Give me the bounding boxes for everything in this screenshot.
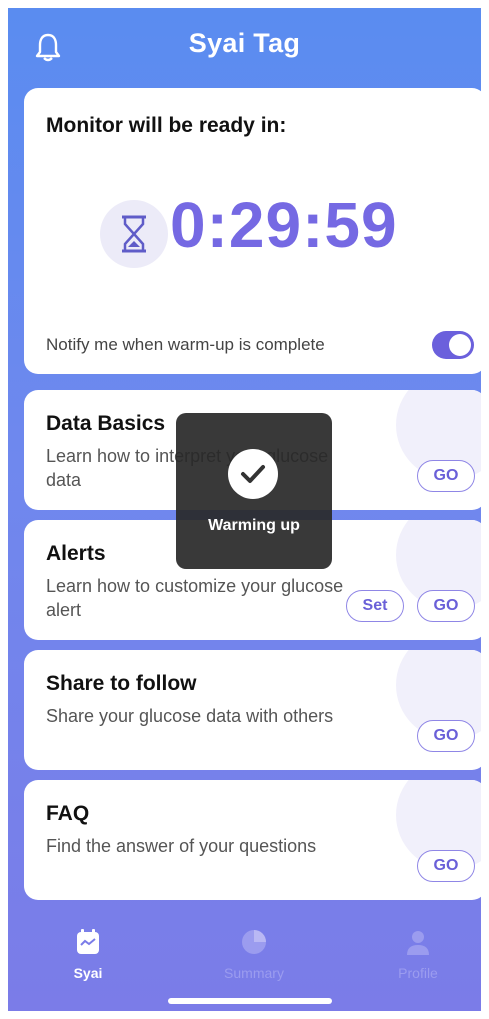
go-button[interactable]: GO xyxy=(417,850,475,882)
faq-card[interactable]: FAQ Find the answer of your questions GO xyxy=(24,780,481,900)
notify-toggle[interactable] xyxy=(432,331,474,359)
card-title: Data Basics xyxy=(46,412,166,435)
card-description: Find the answer of your questions xyxy=(46,836,317,856)
calendar-icon xyxy=(77,929,99,954)
tab-label: Syai xyxy=(73,965,103,981)
app-screen: Syai Tag Monitor will be ready in: 0:29:… xyxy=(8,8,481,1011)
notify-label: Notify me when warm-up is complete xyxy=(46,335,325,354)
toast-label: Warming up xyxy=(208,517,300,534)
card-title: Alerts xyxy=(46,542,106,565)
card-description: Share your glucose data with others xyxy=(46,706,334,726)
header: Syai Tag xyxy=(8,8,481,86)
home-indicator[interactable] xyxy=(168,998,332,1004)
card-description: Learn how to customize your glucose aler… xyxy=(46,576,344,620)
warming-up-toast: Warming up xyxy=(176,413,332,569)
tab-label: Profile xyxy=(398,965,438,981)
set-button[interactable]: Set xyxy=(346,590,404,622)
monitor-title: Monitor will be ready in: xyxy=(46,114,287,137)
tab-profile[interactable]: Profile xyxy=(368,928,468,981)
tab-label: Summary xyxy=(224,965,284,981)
go-button[interactable]: GO xyxy=(417,590,475,622)
go-button[interactable]: GO xyxy=(417,720,475,752)
check-icon xyxy=(228,449,278,499)
monitor-card: Monitor will be ready in: 0:29:59 Notify… xyxy=(24,88,481,374)
tab-bar: Syai Summary Profile xyxy=(8,910,481,1011)
tab-summary[interactable]: Summary xyxy=(204,928,304,981)
hourglass-icon xyxy=(100,200,168,268)
share-card[interactable]: Share to follow Share your glucose data … xyxy=(24,650,481,770)
go-button[interactable]: GO xyxy=(417,460,475,492)
toggle-knob xyxy=(449,334,471,356)
card-title: Share to follow xyxy=(46,672,197,695)
page-title: Syai Tag xyxy=(188,28,301,58)
pie-chart-icon xyxy=(242,930,266,954)
tab-syai[interactable]: Syai xyxy=(38,928,138,981)
countdown-timer: 0:29:59 xyxy=(170,189,398,261)
person-icon xyxy=(407,931,429,955)
card-title: FAQ xyxy=(46,802,90,825)
